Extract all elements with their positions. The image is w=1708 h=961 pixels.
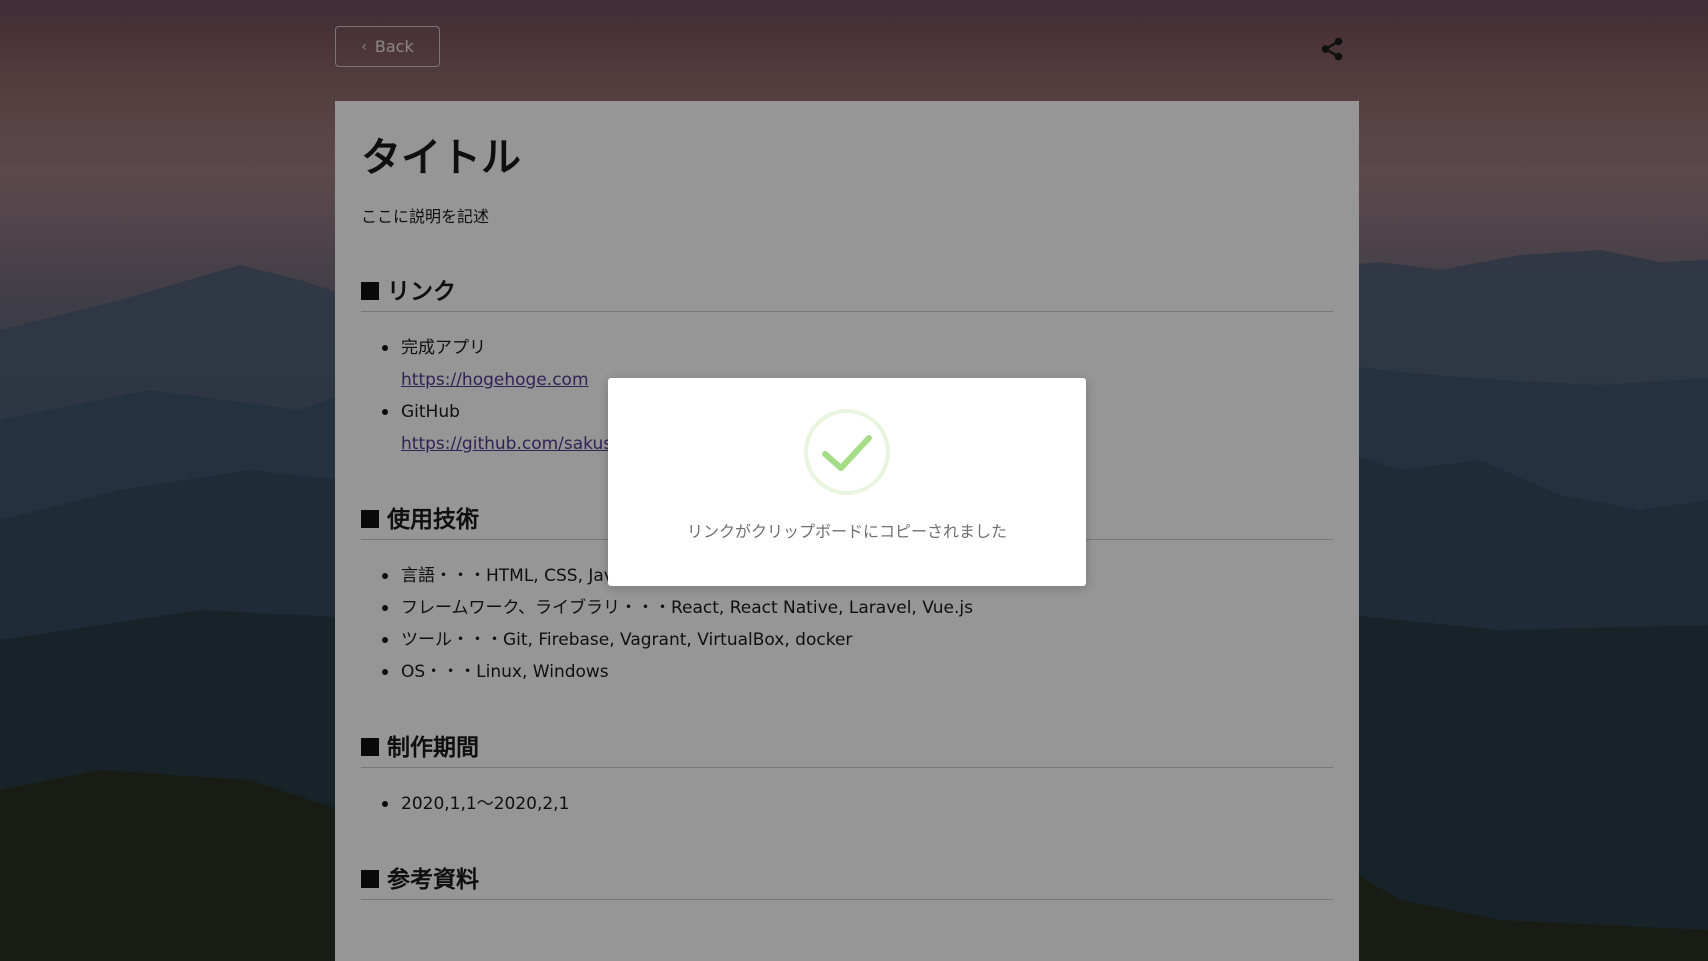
dialog-message: リンクがクリップボードにコピーされました — [686, 522, 1007, 541]
copy-success-dialog: リンクがクリップボードにコピーされました — [608, 378, 1086, 586]
success-check-icon — [804, 409, 890, 495]
